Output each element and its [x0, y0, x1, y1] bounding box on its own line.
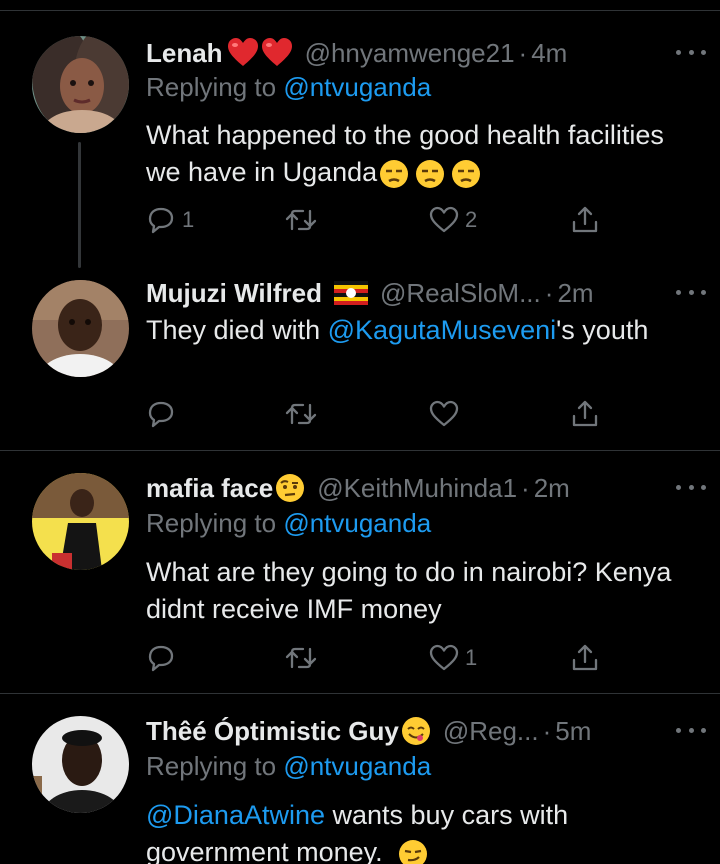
reply-icon — [148, 401, 174, 428]
tweet-optimistic-guy[interactable]: Thêé Óptimistic Guy @Reg... · 5m Replyin… — [0, 694, 720, 864]
tweet-header: Thêé Óptimistic Guy @Reg... · 5m — [146, 714, 700, 748]
red-heart-emoji — [261, 38, 292, 66]
replying-prefix: Replying to — [146, 751, 284, 781]
reply-count: 1 — [182, 207, 195, 232]
reply-button[interactable] — [146, 394, 182, 434]
display-name[interactable]: mafia face — [146, 473, 273, 504]
separator-dot: · — [521, 472, 530, 503]
tweet-mujuzi-wilfred[interactable]: Mujuzi Wilfred @RealSloM... · 2m They di… — [0, 270, 720, 451]
tweet-text-content: What are they going to do in nairobi? Ke… — [146, 557, 672, 624]
like-count: 1 — [465, 645, 478, 670]
avatar[interactable] — [32, 473, 129, 570]
timestamp[interactable]: 5m — [555, 716, 591, 747]
heart-icon — [429, 400, 459, 427]
reply-icon — [148, 645, 174, 672]
replying-mention[interactable]: @ntvuganda — [283, 508, 431, 538]
tweet-header: Mujuzi Wilfred @RealSloM... · 2m — [146, 276, 700, 310]
avatar[interactable] — [32, 280, 129, 377]
retweet-button[interactable] — [284, 394, 324, 434]
replying-mention[interactable]: @ntvuganda — [283, 72, 431, 102]
uganda-flag-emoji — [333, 281, 368, 305]
unamused-face-emoji — [416, 159, 445, 188]
display-name[interactable]: Mujuzi Wilfred — [146, 278, 322, 309]
action-bar: 1 — [146, 638, 616, 678]
share-icon — [572, 644, 598, 671]
action-bar: 1 2 — [146, 200, 616, 240]
face-with-raised-eyebrow-emoji — [276, 474, 305, 502]
tweet-lenah[interactable]: Lenah @hnyamwenge21 · 4m Replying to @nt… — [0, 36, 720, 270]
reply-button[interactable] — [146, 638, 182, 678]
handle[interactable]: @Reg... — [443, 716, 539, 747]
more-options-icon[interactable] — [676, 477, 706, 497]
share-icon — [572, 206, 598, 233]
unamused-face-emoji — [380, 159, 409, 188]
action-bar — [146, 394, 616, 434]
display-name[interactable]: Thêé Óptimistic Guy — [146, 716, 399, 747]
like-button[interactable]: 2 — [429, 200, 477, 240]
retweet-icon — [285, 209, 317, 231]
separator-dot: · — [544, 277, 554, 308]
tweet-text-pre: They died with — [146, 315, 328, 345]
display-name[interactable]: Lenah — [146, 38, 223, 69]
tweet-mafia-face[interactable]: mafia face @KeithMuhinda1 · 2m Replying … — [0, 451, 720, 694]
mention-link[interactable]: @DianaAtwine — [146, 800, 325, 830]
avatar[interactable] — [32, 716, 129, 813]
tweet-text-post: 's youth — [556, 315, 649, 345]
handle[interactable]: @hnyamwenge21 — [305, 38, 515, 69]
timestamp[interactable]: 2m — [557, 278, 593, 309]
red-heart-emoji — [227, 38, 258, 66]
share-button[interactable] — [570, 638, 600, 678]
replying-prefix: Replying to — [146, 508, 284, 538]
tweet-text: They died with @KagutaMuseveni's youth — [146, 312, 680, 349]
smirking-face-emoji — [399, 839, 428, 864]
avatar[interactable] — [32, 36, 129, 133]
share-icon — [572, 400, 598, 427]
thread-connector — [78, 142, 81, 268]
like-button[interactable] — [429, 394, 465, 434]
like-button[interactable]: 1 — [429, 638, 477, 678]
tweet-header: mafia face @KeithMuhinda1 · 2m — [146, 471, 700, 505]
separator-dot: · — [518, 37, 528, 68]
unamused-face-emoji — [452, 159, 481, 188]
retweet-button[interactable] — [284, 638, 324, 678]
reply-button[interactable]: 1 — [146, 200, 194, 240]
mention-link[interactable]: @KagutaMuseveni — [328, 315, 557, 345]
more-options-icon[interactable] — [676, 720, 706, 740]
timestamp[interactable]: 2m — [534, 473, 570, 504]
retweet-icon — [285, 647, 317, 669]
handle[interactable]: @KeithMuhinda1 — [317, 473, 517, 504]
retweet-icon — [285, 403, 317, 425]
replying-mention[interactable]: @ntvuganda — [283, 751, 431, 781]
share-button[interactable] — [570, 394, 600, 434]
more-options-icon[interactable] — [676, 282, 706, 302]
tweet-text: What happened to the good health facilit… — [146, 117, 680, 191]
tweet-header: Lenah @hnyamwenge21 · 4m — [146, 36, 700, 70]
more-options-icon[interactable] — [676, 42, 706, 62]
separator-dot: · — [542, 715, 552, 746]
heart-icon — [429, 206, 459, 233]
handle[interactable]: @RealSloM... — [380, 278, 541, 309]
replying-to: Replying to @ntvuganda — [146, 751, 431, 782]
share-button[interactable] — [570, 200, 600, 240]
replying-to: Replying to @ntvuganda — [146, 72, 431, 103]
heart-icon — [429, 644, 459, 671]
replying-prefix: Replying to — [146, 72, 284, 102]
retweet-button[interactable] — [284, 200, 324, 240]
tweet-text: @DianaAtwine wants buy cars with governm… — [146, 797, 680, 864]
timestamp[interactable]: 4m — [531, 38, 567, 69]
replying-to: Replying to @ntvuganda — [146, 508, 431, 539]
tweet-text: What are they going to do in nairobi? Ke… — [146, 554, 680, 628]
reply-icon — [148, 207, 174, 234]
like-count: 2 — [465, 207, 478, 232]
face-savoring-food-emoji — [401, 717, 430, 745]
top-divider — [0, 10, 720, 11]
